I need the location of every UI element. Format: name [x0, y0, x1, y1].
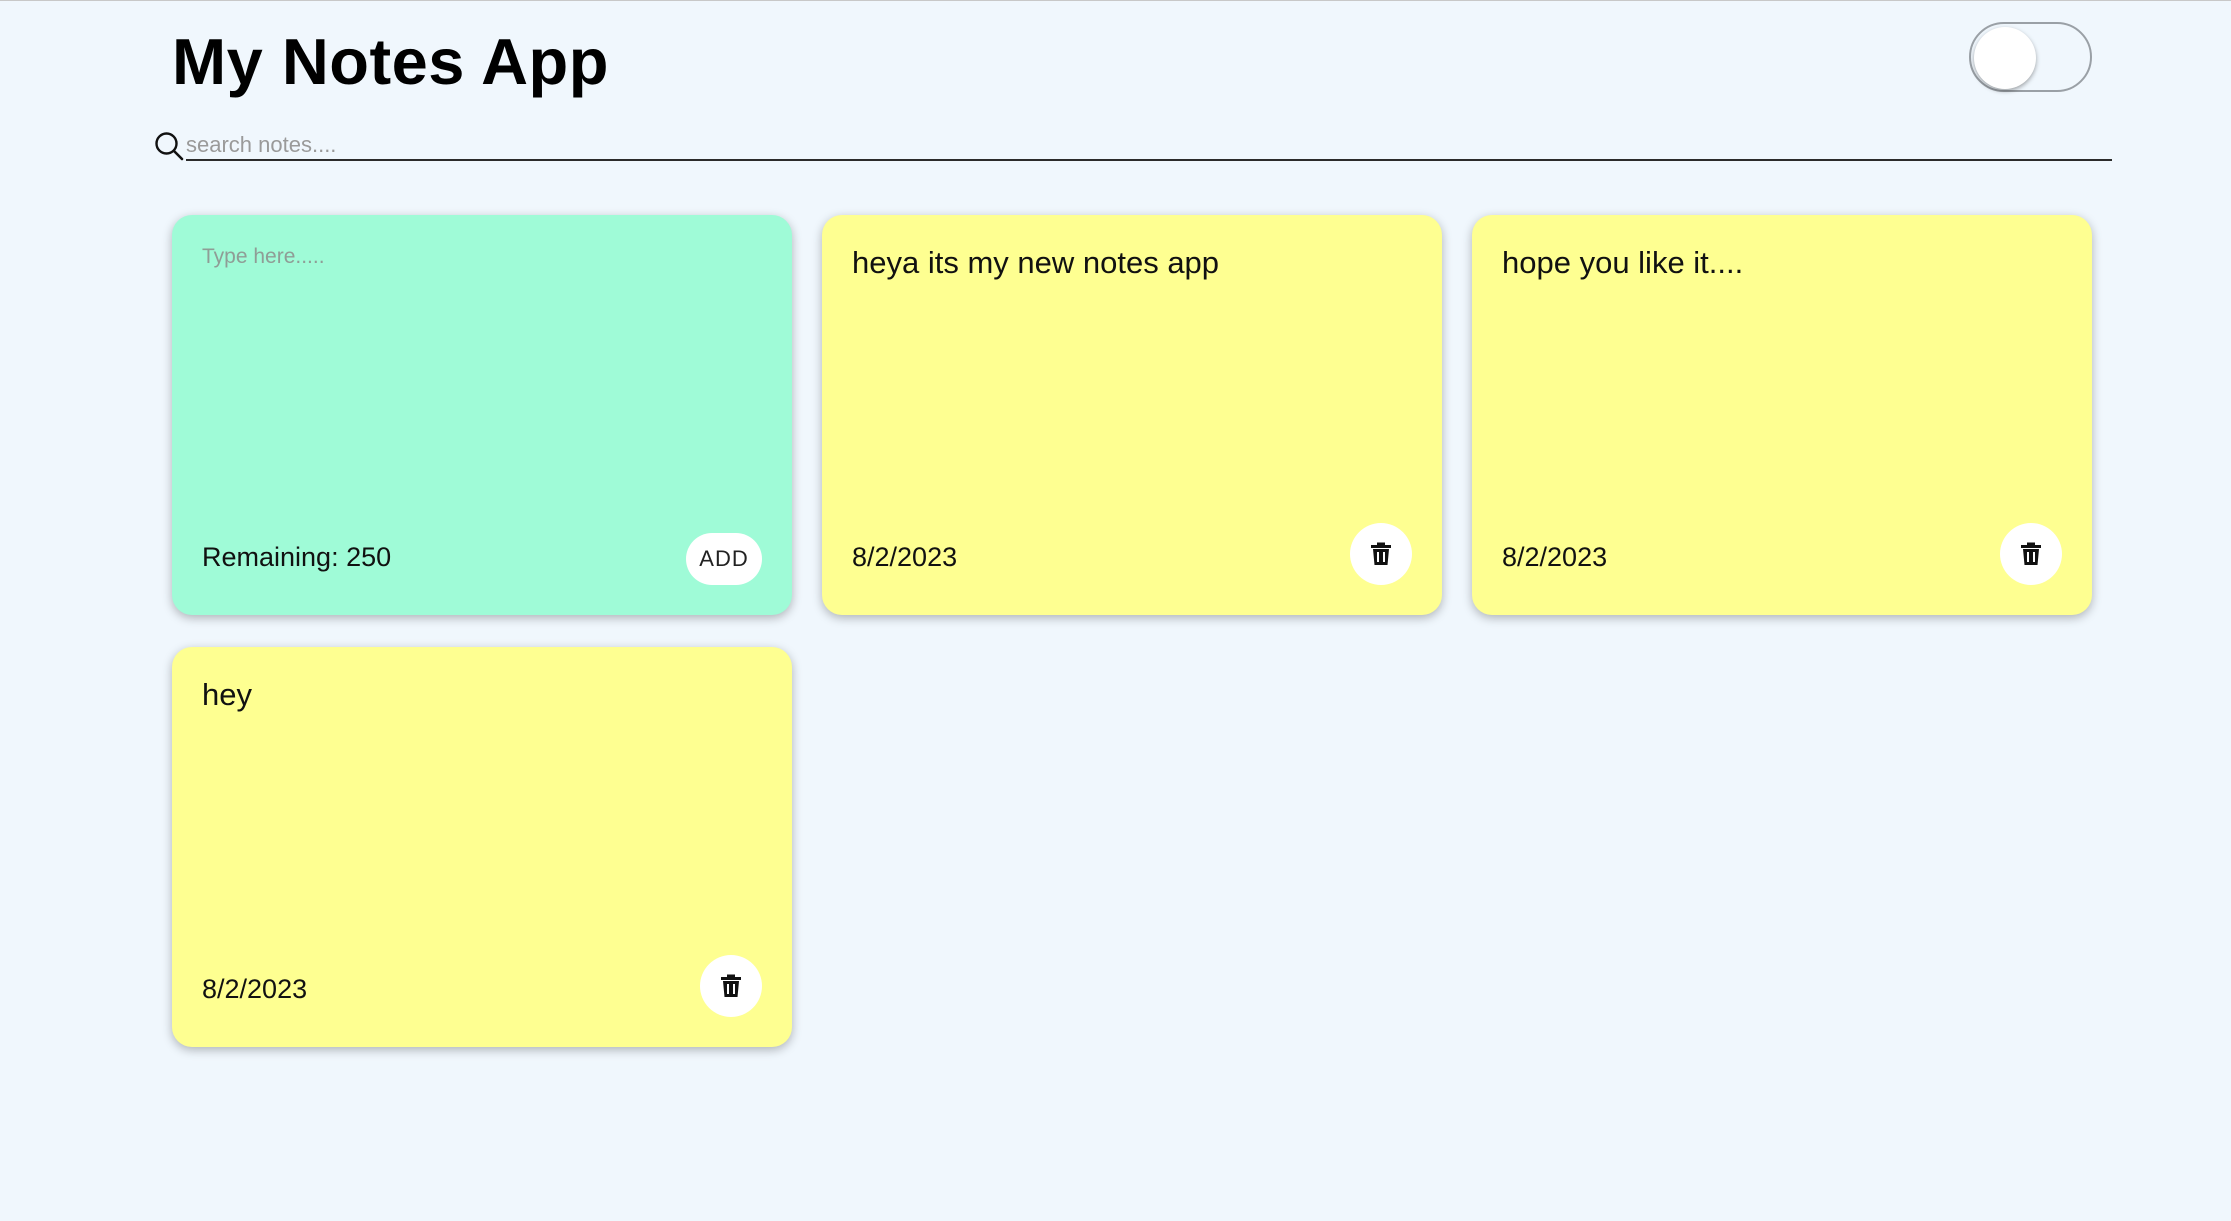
- note-text: hey: [202, 677, 252, 712]
- delete-button[interactable]: [2000, 523, 2062, 585]
- delete-button[interactable]: [700, 955, 762, 1017]
- note-card: hey 8/2/2023: [172, 647, 792, 1047]
- new-note-textarea[interactable]: [202, 245, 762, 495]
- note-date: 8/2/2023: [1502, 542, 1608, 572]
- search-icon: [155, 132, 184, 161]
- theme-toggle[interactable]: [1969, 22, 2092, 92]
- note-card: hope you like it.... 8/2/2023: [1472, 215, 2092, 615]
- note-text: heya its my new notes app: [852, 245, 1220, 280]
- note-card: heya its my new notes app 8/2/2023: [822, 215, 1442, 615]
- add-button[interactable]: ADD: [686, 533, 762, 585]
- new-note-card: Remaining: 250 ADD: [172, 215, 792, 615]
- delete-button[interactable]: [1350, 523, 1412, 585]
- toggle-knob: [1974, 27, 2036, 89]
- note-date: 8/2/2023: [852, 542, 958, 572]
- trash-icon: [2021, 542, 2041, 565]
- note-text: hope you like it....: [1502, 245, 1744, 280]
- remaining-counter: Remaining: 250: [202, 542, 392, 572]
- search-bar: [154, 131, 2112, 161]
- app-header: My Notes App: [172, 11, 609, 111]
- page-title: My Notes App: [172, 24, 609, 98]
- trash-icon: [721, 974, 741, 997]
- trash-icon: [1371, 542, 1391, 565]
- note-date: 8/2/2023: [202, 974, 308, 1004]
- search-input[interactable]: [186, 131, 2112, 161]
